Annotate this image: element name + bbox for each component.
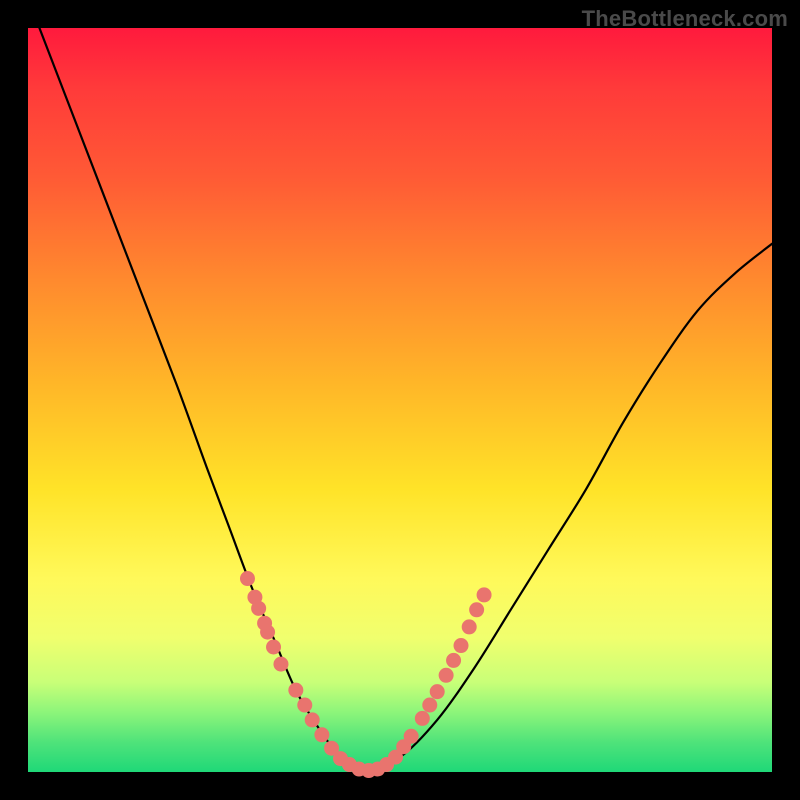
highlight-dot [430, 684, 445, 699]
chart-svg [28, 28, 772, 772]
watermark-text: TheBottleneck.com [582, 6, 788, 32]
highlight-dot [260, 625, 275, 640]
highlight-dot [439, 668, 454, 683]
highlight-dot [305, 712, 320, 727]
highlight-dot [251, 601, 266, 616]
highlight-dot [446, 653, 461, 668]
highlight-dot [454, 638, 469, 653]
highlight-dots [240, 571, 492, 778]
highlight-dot [240, 571, 255, 586]
highlight-dot [469, 602, 484, 617]
highlight-dot [422, 698, 437, 713]
highlight-dot [288, 683, 303, 698]
chart-plot-area [28, 28, 772, 772]
highlight-dot [477, 587, 492, 602]
highlight-dot [404, 729, 419, 744]
highlight-dot [297, 698, 312, 713]
highlight-dot [462, 619, 477, 634]
bottleneck-curve [28, 0, 772, 772]
chart-frame: TheBottleneck.com [0, 0, 800, 800]
highlight-dot [415, 711, 430, 726]
highlight-dot [273, 657, 288, 672]
highlight-dot [314, 727, 329, 742]
highlight-dot [266, 640, 281, 655]
